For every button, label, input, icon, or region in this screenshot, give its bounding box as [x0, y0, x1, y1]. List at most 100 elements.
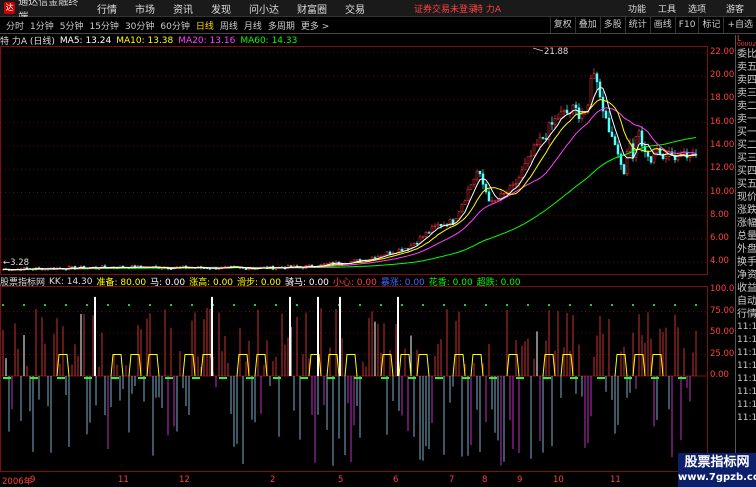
- indicator-item-5: 小心: 0.00: [332, 278, 377, 288]
- indicator-values: 准备: 80.00 马: 0.00 涨高: 0.00 滑步: 0.00 骑马: 0.00…: [96, 275, 524, 288]
- indicator-dot: [569, 304, 571, 306]
- side-item-14[interactable]: 总量: [736, 230, 756, 243]
- candle-body: [385, 251, 389, 256]
- candle-body: [577, 107, 581, 120]
- indicator-kk: KK: 14.30: [49, 276, 93, 287]
- indicator-dot: [86, 304, 88, 306]
- indicator-plateau: [182, 354, 196, 377]
- indicator-name[interactable]: 股票指标网: [0, 275, 45, 288]
- side-item-8[interactable]: 买三: [736, 152, 756, 165]
- indicator-dot: [296, 304, 298, 306]
- side-item-1[interactable]: 卖五: [736, 61, 756, 74]
- indicator-dot: [653, 304, 655, 306]
- indicator-dot: [527, 304, 529, 306]
- candle-body: [598, 81, 602, 98]
- watermark-title: 股票指标网: [684, 455, 750, 470]
- indicator-dot: [128, 304, 130, 306]
- ma5-line: [2, 86, 697, 271]
- candle-body: [553, 118, 557, 125]
- date-tick-label: 9: [30, 475, 36, 485]
- indicator-bars: [2, 296, 697, 466]
- ma10-line: [2, 98, 697, 271]
- candle-body: [457, 211, 461, 219]
- candle-body: [70, 266, 74, 268]
- indicator-tick-label: 100.0: [710, 284, 735, 294]
- side-item-15[interactable]: 外盘: [736, 243, 756, 256]
- side-item-5[interactable]: 卖一: [736, 113, 756, 126]
- watermark-logo: 股票指标网 www.7gpzb.com: [678, 453, 756, 487]
- indicator-item-8: 超跌: 0.00: [476, 278, 521, 288]
- side-item-10[interactable]: 买五: [736, 178, 756, 191]
- indicator-dot: [422, 304, 424, 306]
- indicator-plateau: [146, 354, 160, 377]
- side-item-24[interactable]: 11:1: [736, 360, 756, 373]
- side-item-9[interactable]: 买四: [736, 165, 756, 178]
- price-tick-label: 12.00: [710, 163, 735, 174]
- candle-body: [532, 144, 536, 157]
- indicator-item-1: 马: 0.00: [150, 278, 186, 288]
- side-item-18[interactable]: 收益: [736, 282, 756, 295]
- date-tick-label: 2006年: [2, 477, 33, 487]
- candle-body: [607, 117, 611, 133]
- candle-body: [565, 109, 569, 114]
- candle-body: [478, 170, 482, 175]
- date-tick-label: 11: [610, 475, 621, 485]
- indicator-dot: [506, 304, 508, 306]
- indicator-dot: [674, 304, 676, 306]
- indicator-tick-label: 0.00: [710, 370, 729, 380]
- side-item-20[interactable]: 行情: [736, 308, 756, 321]
- indicator-plateau: [416, 354, 430, 377]
- indicator-plateau: [506, 354, 520, 377]
- candle-body: [550, 122, 554, 125]
- candle-body: [406, 248, 410, 250]
- candle-body: [388, 251, 392, 255]
- side-item-7[interactable]: 买二: [736, 139, 756, 152]
- price-tick-label: 8.00: [710, 209, 729, 220]
- side-item-27[interactable]: 11:1: [736, 399, 756, 412]
- date-tick-label: 10: [553, 475, 564, 485]
- candle-body: [541, 137, 545, 139]
- candle-body: [370, 257, 374, 260]
- side-item-0[interactable]: 委比: [736, 48, 756, 61]
- side-item-6[interactable]: 买一: [736, 126, 756, 139]
- indicator-tick-label: 25.00: [710, 348, 735, 359]
- candle-body: [448, 219, 452, 227]
- candle-body: [433, 225, 437, 228]
- side-item-13[interactable]: 涨幅: [736, 217, 756, 230]
- candle-body: [502, 192, 506, 195]
- side-item-19[interactable]: 自动: [736, 295, 756, 308]
- date-tick-label: 12: [179, 475, 190, 485]
- indicator-plateau: [380, 354, 394, 377]
- side-item-26[interactable]: 11:1: [736, 386, 756, 399]
- side-item-16[interactable]: 换手: [736, 256, 756, 269]
- candle-body: [355, 259, 359, 261]
- chart-canvas[interactable]: 21.88 ←3.28: [0, 0, 735, 487]
- candle-body: [511, 183, 515, 186]
- price-tick-label: 14.00: [710, 139, 735, 150]
- price-grid: [1, 52, 707, 377]
- candle-body: [352, 259, 356, 262]
- candle-body: [664, 156, 668, 160]
- candle-body: [493, 200, 497, 202]
- side-item-23[interactable]: 11:1: [736, 347, 756, 360]
- side-item-21[interactable]: 11:1: [736, 321, 756, 334]
- side-item-28[interactable]: 11:1: [736, 412, 756, 425]
- indicator-tick-label: 75.00: [710, 305, 735, 316]
- indicator-dot: [548, 304, 550, 306]
- candle-body: [322, 263, 326, 265]
- side-item-12[interactable]: 涨跌: [736, 204, 756, 217]
- side-item-22[interactable]: 11:1: [736, 334, 756, 347]
- side-item-4[interactable]: 卖二: [736, 100, 756, 113]
- side-item-2[interactable]: 卖四: [736, 74, 756, 87]
- side-l-marker: L: [737, 35, 742, 42]
- candle-body: [682, 152, 686, 155]
- indicator-dot: [611, 304, 613, 306]
- indicator-dot: [65, 304, 67, 306]
- stock-terminal-window: 达 通达信金融终端 行情 市场 资讯 发现 问小达 财富圈 交易 证券交易未登录…: [0, 0, 756, 487]
- side-item-3[interactable]: 卖三: [736, 87, 756, 100]
- side-item-11[interactable]: 现价: [736, 191, 756, 204]
- candle-body: [616, 144, 620, 155]
- side-item-17[interactable]: 净资: [736, 269, 756, 282]
- price-tick-label: 20.00: [710, 70, 735, 81]
- side-item-25[interactable]: 11:1: [736, 373, 756, 386]
